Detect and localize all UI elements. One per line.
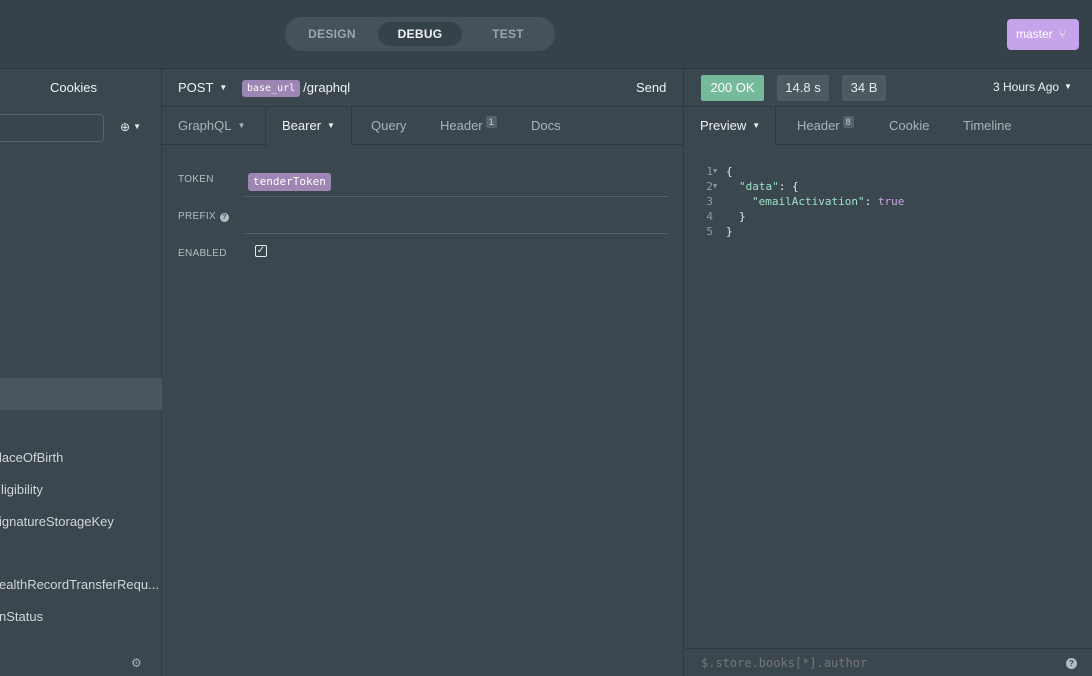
enabled-checkbox[interactable]: ✓ (255, 245, 267, 257)
tab-query[interactable]: Query (371, 107, 406, 145)
tab-label: Cookie (889, 118, 930, 133)
tab-response-header[interactable]: Header 8 (797, 107, 854, 145)
tab-label: Docs (531, 118, 561, 133)
sidebar-item-label: ealthRecordTransferRequ... (0, 577, 159, 592)
response-filter-input[interactable] (701, 656, 1041, 670)
sidebar: Cookies ⊕ ▼ laceOfBirth ligibility ignatu… (0, 69, 162, 676)
method-label: POST (178, 80, 214, 95)
tab-label: Preview (700, 118, 747, 133)
sidebar-item-selected[interactable] (0, 378, 162, 410)
url-input[interactable]: base_url/graphql (242, 78, 350, 98)
prefix-label-text: PREFIX (178, 211, 216, 222)
add-item-button[interactable]: ⊕ ▼ (120, 120, 141, 134)
tab-timeline[interactable]: Timeline (963, 107, 1012, 145)
history-label: 3 Hours Ago (993, 80, 1060, 94)
tab-cookie[interactable]: Cookie (889, 107, 929, 145)
url-bar: POST ▼ base_url/graphql Send (162, 69, 684, 107)
response-status-bar: 200 OK 14.8 s 34 B 3 Hours Ago ▼ (685, 69, 1092, 107)
tab-label: Header (797, 118, 840, 133)
sidebar-filter-input[interactable] (0, 114, 104, 142)
response-body[interactable]: 1 ▼{ 2 ▼ "data": { 3 "emailActivation": true… (685, 149, 1092, 238)
enabled-label: ENABLED (178, 248, 227, 259)
tab-bearer[interactable]: Bearer ▼ (265, 107, 352, 146)
sidebar-item[interactable]: laceOfBirth (0, 442, 162, 474)
env-variable-tag[interactable]: base_url (242, 80, 301, 97)
help-icon[interactable]: ? (1066, 658, 1077, 669)
code-line: 1 ▼{ (685, 149, 1092, 178)
header-count-badge: 8 (842, 116, 854, 128)
sidebar-item[interactable]: ealthRecordTransferRequ... (0, 569, 162, 601)
git-branch-icon: ⑂ (1059, 29, 1066, 41)
sidebar-item-label: laceOfBirth (0, 450, 64, 465)
token-label: TOKEN (178, 174, 214, 185)
sidebar-header: Cookies (0, 69, 162, 107)
request-tabs: GraphQL ▼ Bearer ▼ Query Header 1 Docs (162, 107, 684, 146)
caret-down-icon: ▼ (219, 83, 228, 92)
tab-debug[interactable]: DEBUG (378, 22, 462, 46)
header-count-badge: 1 (485, 116, 497, 128)
sidebar-item-label: ligibility (1, 482, 43, 497)
tab-preview[interactable]: Preview ▼ (685, 107, 777, 146)
sidebar-item[interactable]: ligibility (0, 474, 162, 506)
tab-design[interactable]: DESIGN (297, 22, 367, 46)
caret-down-icon: ▼ (1064, 82, 1072, 91)
tab-test[interactable]: TEST (475, 22, 541, 46)
top-bar: DESIGN DEBUG TEST master ⑂ (0, 0, 1092, 69)
tab-label: GraphQL (178, 118, 232, 133)
sidebar-item[interactable]: ignatureStorageKey (0, 506, 162, 538)
status-badge: 200 OK (701, 75, 764, 101)
caret-down-icon: ▼ (327, 121, 335, 130)
code-line: 2 ▼ "data": { (685, 164, 1092, 193)
sidebar-item[interactable]: nStatus (0, 601, 162, 633)
request-pane: POST ▼ base_url/graphql Send GraphQL ▼ Bea… (162, 69, 684, 676)
branch-label: master (1016, 27, 1053, 41)
response-size-badge: 34 B (842, 75, 886, 101)
plus-circle-icon: ⊕ (120, 120, 131, 134)
tab-label: Query (371, 118, 407, 133)
prefix-label: PREFIX? (178, 211, 229, 222)
code-line: 5} (685, 209, 1092, 238)
tab-label: Bearer (282, 118, 322, 133)
help-icon[interactable]: ? (219, 213, 229, 222)
tab-graphql[interactable]: GraphQL ▼ (178, 107, 245, 145)
chevron-down-icon: ▼ (133, 122, 141, 131)
mode-switch: DESIGN DEBUG TEST (285, 17, 555, 51)
branch-button[interactable]: master ⑂ (1007, 19, 1079, 50)
tab-header[interactable]: Header 1 (440, 107, 497, 145)
cookies-button[interactable]: Cookies (50, 80, 97, 95)
tab-label: Timeline (963, 118, 1012, 133)
tab-docs[interactable]: Docs (531, 107, 561, 145)
code-line: 4} (685, 194, 1092, 223)
response-pane: 200 OK 14.8 s 34 B 3 Hours Ago ▼ Preview ▼… (685, 69, 1092, 676)
caret-down-icon: ▼ (237, 121, 246, 130)
url-path: /graphql (303, 80, 351, 95)
line-number: 5 (706, 225, 713, 238)
method-dropdown[interactable]: POST ▼ (178, 80, 227, 95)
divider (245, 196, 668, 197)
sidebar-item-label: ignatureStorageKey (0, 514, 114, 529)
response-time-badge: 14.8 s (777, 75, 829, 101)
response-filter-bar: ? (685, 648, 1092, 676)
divider (245, 233, 668, 234)
code-line: 3 "emailActivation": true (685, 179, 1092, 208)
code-text: } (726, 225, 733, 238)
response-tabs: Preview ▼ Header 8 Cookie Timeline (685, 107, 1092, 146)
history-dropdown[interactable]: 3 Hours Ago ▼ (993, 80, 1072, 94)
send-button[interactable]: Send (636, 80, 666, 95)
caret-down-icon: ▼ (752, 121, 761, 130)
gear-icon[interactable]: ⚙ (131, 656, 142, 670)
sidebar-item-label: nStatus (0, 609, 44, 624)
tab-label: Header (440, 118, 483, 133)
token-variable-tag[interactable]: tenderToken (248, 173, 331, 191)
